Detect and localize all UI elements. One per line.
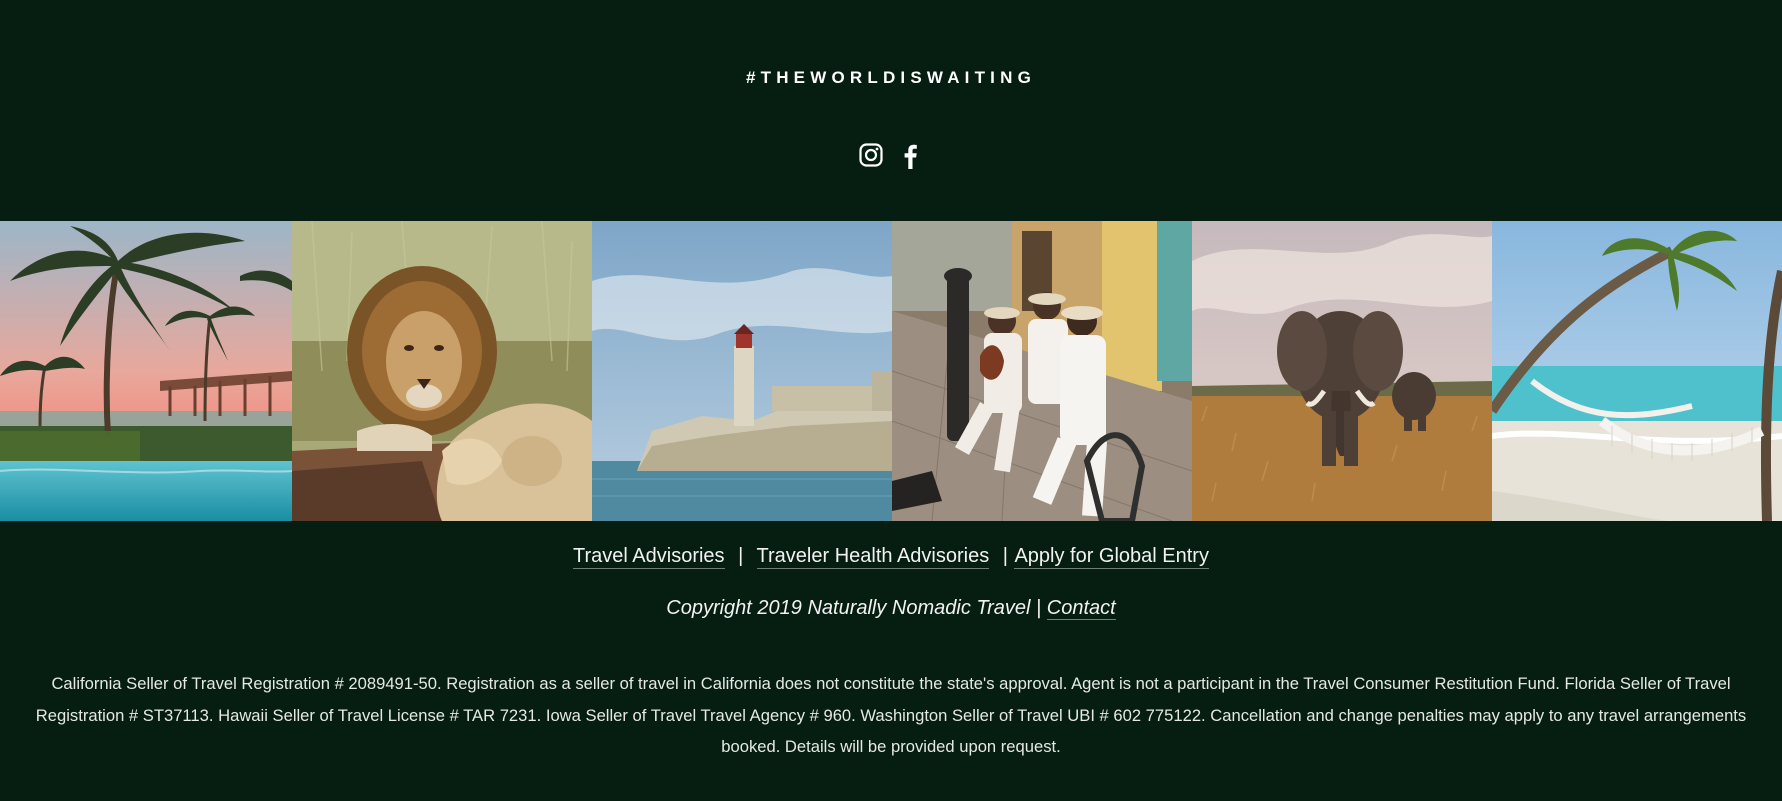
copyright-line: Copyright 2019 Naturally Nomadic Travel … bbox=[0, 597, 1782, 620]
traveler-health-advisories-link[interactable]: Traveler Health Advisories bbox=[756, 545, 990, 569]
gallery-photo-lighthouse[interactable] bbox=[592, 221, 892, 521]
advisory-links: Travel Advisories | Traveler Health Advi… bbox=[0, 545, 1782, 569]
social-links bbox=[0, 143, 1782, 169]
instagram-icon bbox=[859, 143, 883, 167]
instagram-link[interactable] bbox=[859, 143, 883, 169]
gallery-photo-beach-hammocks[interactable] bbox=[1492, 221, 1782, 521]
site-footer: #THEWORLDISWAITING Travel Advisories | T… bbox=[0, 0, 1782, 801]
travel-advisories-link[interactable]: Travel Advisories bbox=[573, 545, 725, 569]
link-separator: | bbox=[738, 545, 744, 567]
gallery-photo-street-musicians[interactable] bbox=[892, 221, 1192, 521]
facebook-icon bbox=[904, 144, 917, 169]
facebook-link[interactable] bbox=[899, 143, 923, 169]
hashtag-heading: #THEWORLDISWAITING bbox=[745, 68, 1037, 87]
copyright-text: Copyright 2019 Naturally Nomadic Travel … bbox=[666, 597, 1042, 619]
gallery-photo-palm-resort[interactable] bbox=[0, 221, 292, 521]
apply-global-entry-link[interactable]: Apply for Global Entry bbox=[1014, 545, 1209, 569]
photo-gallery bbox=[0, 221, 1782, 521]
gallery-photo-elephants[interactable] bbox=[1192, 221, 1492, 521]
gallery-photo-lions[interactable] bbox=[292, 221, 592, 521]
contact-link[interactable]: Contact bbox=[1046, 597, 1116, 620]
link-separator: | bbox=[1002, 545, 1008, 567]
legal-disclaimer: California Seller of Travel Registration… bbox=[35, 674, 1747, 756]
